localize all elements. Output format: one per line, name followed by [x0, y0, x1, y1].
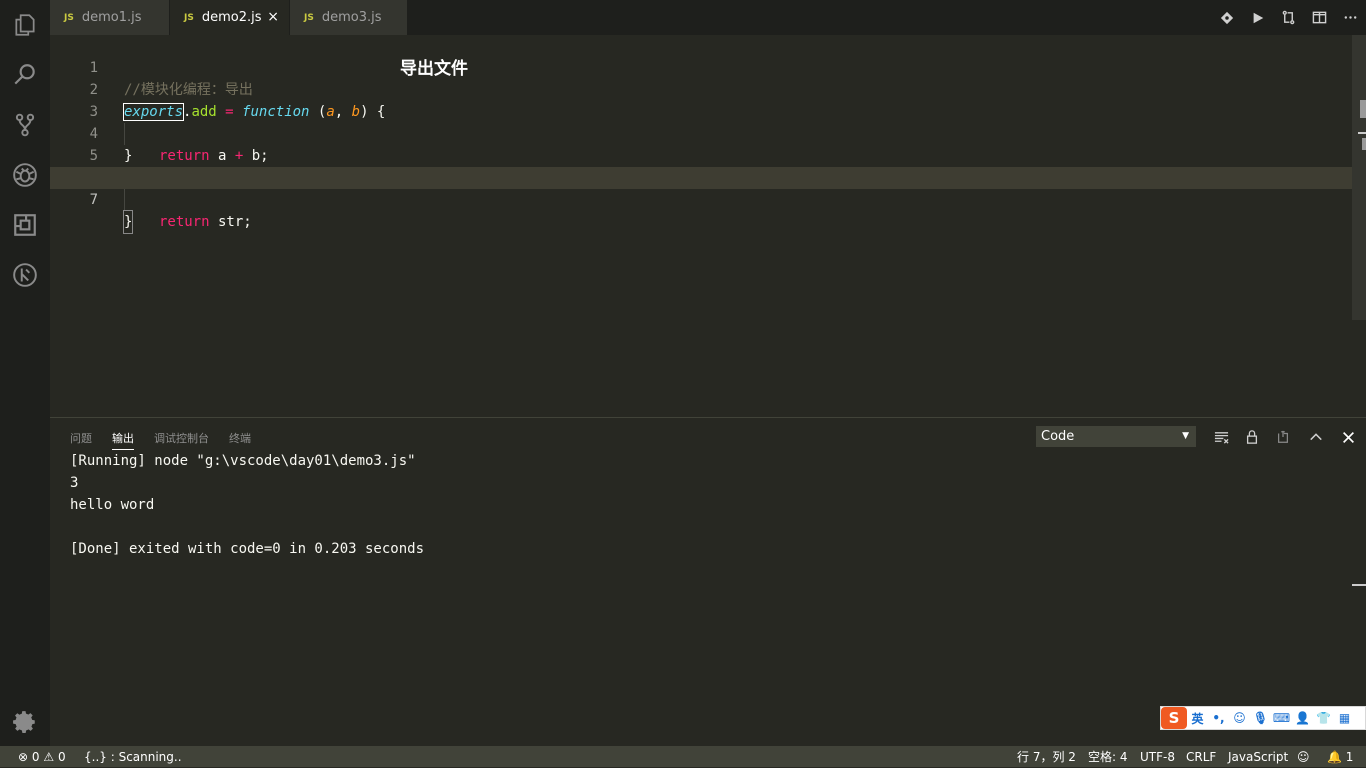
- js-file-icon: JS: [304, 12, 314, 23]
- js-file-icon: JS: [184, 12, 194, 23]
- tab-debug-console[interactable]: 调试控制台: [154, 430, 209, 446]
- split-editor-icon[interactable]: [1304, 0, 1335, 35]
- output-line: 3: [70, 475, 79, 491]
- more-actions-icon[interactable]: [1335, 0, 1366, 35]
- user-icon[interactable]: 👤: [1292, 711, 1313, 725]
- microphone-icon[interactable]: 🎙: [1250, 711, 1271, 725]
- search-icon[interactable]: [0, 55, 50, 95]
- output-line: [Done] exited with code=0 in 0.203 secon…: [70, 541, 425, 557]
- keyboard-icon[interactable]: ⌨: [1271, 711, 1292, 725]
- debug-icon[interactable]: [0, 155, 50, 195]
- error-count: 0: [31, 750, 40, 764]
- encoding[interactable]: UTF-8: [1140, 746, 1175, 767]
- explorer-icon[interactable]: [0, 5, 50, 45]
- run-icon[interactable]: [1242, 0, 1273, 35]
- source-control-icon[interactable]: [0, 105, 50, 145]
- ime-toolbar: S 英 •, ☺ 🎙 ⌨ 👤 👕 ▦: [1160, 706, 1366, 730]
- warning-count: 0: [57, 750, 66, 764]
- line-number: 7: [89, 192, 98, 208]
- tab-bar: JS demo1.js JS demo2.js × JS demo3.js: [50, 0, 1366, 35]
- cursor-position[interactable]: 行 7，列 2: [1017, 746, 1076, 767]
- output-channel-select[interactable]: Code ▼: [1036, 426, 1196, 447]
- annotation-label: 导出文件: [400, 59, 468, 79]
- code-line[interactable]: 4 }: [50, 101, 1352, 164]
- warning-icon: ⚠: [43, 750, 55, 764]
- indentation[interactable]: 空格: 4: [1088, 746, 1128, 767]
- bell-icon: 🔔: [1327, 750, 1342, 764]
- ime-punctuation[interactable]: •,: [1208, 711, 1229, 725]
- ime-mode[interactable]: 英: [1187, 710, 1208, 727]
- editor-scrollbar[interactable]: [1352, 35, 1366, 320]
- code-line[interactable]: 3 return a + b;: [50, 79, 1352, 164]
- notifications[interactable]: 🔔 1: [1327, 746, 1353, 767]
- open-log-icon[interactable]: [1273, 427, 1293, 447]
- open-changes-icon[interactable]: [1211, 0, 1242, 35]
- output-panel: 问题 输出 调试控制台 终端 Code ▼ [Running] node "g:…: [50, 417, 1366, 747]
- close-panel-icon[interactable]: [1338, 427, 1358, 447]
- tab-label: demo3.js: [321, 10, 382, 25]
- chevron-up-icon[interactable]: [1306, 427, 1326, 447]
- emoji-icon[interactable]: ☺: [1229, 711, 1250, 725]
- tab-demo3[interactable]: JS demo3.js: [290, 0, 408, 35]
- error-icon: ⊗: [18, 750, 29, 764]
- clear-output-icon[interactable]: [1211, 427, 1231, 447]
- remote-icon[interactable]: [0, 255, 50, 295]
- js-file-icon: JS: [64, 12, 74, 23]
- scrollbar-marker: [1358, 132, 1366, 134]
- editor-actions: [1211, 0, 1366, 35]
- line-ending[interactable]: CRLF: [1186, 746, 1216, 767]
- compare-icon[interactable]: [1273, 0, 1304, 35]
- status-bar: ⊗ 0 ⚠ 0 {..} : Scanning.. 行 7，列 2 空格: 4 …: [0, 746, 1366, 767]
- extensions-icon[interactable]: [0, 205, 50, 245]
- sogou-logo[interactable]: S: [1161, 707, 1187, 729]
- language-mode[interactable]: JavaScript: [1228, 746, 1288, 767]
- tab-output[interactable]: 输出: [112, 430, 134, 450]
- chevron-down-icon: ▼: [1182, 431, 1189, 441]
- output-line: [Running] node "g:\vscode\day01\demo3.js…: [70, 453, 416, 469]
- settings-gear-icon[interactable]: [12, 709, 38, 735]
- current-line[interactable]: 7 }: [50, 167, 1352, 234]
- problems-status[interactable]: ⊗ 0 ⚠ 0: [18, 746, 66, 767]
- scrollbar-thumb[interactable]: [1360, 100, 1366, 118]
- code-line[interactable]: 2 exports.add = function (a, b) {: [50, 57, 1352, 121]
- skin-icon[interactable]: 👕: [1313, 711, 1334, 725]
- activity-bar: [0, 0, 50, 746]
- scrollbar-marker: [1362, 138, 1366, 150]
- notification-count: 1: [1345, 750, 1354, 764]
- tab-demo1[interactable]: JS demo1.js: [50, 0, 170, 35]
- tab-demo2[interactable]: JS demo2.js ×: [170, 0, 290, 35]
- tab-label: demo1.js: [81, 10, 142, 25]
- output-line: hello word: [70, 497, 155, 513]
- code-editor[interactable]: 1 //模块化编程：导出 2 exports.add = function (a…: [50, 35, 1366, 417]
- output-channel-value: Code: [1041, 429, 1075, 444]
- code-line[interactable]: 6 return str;: [50, 145, 1352, 230]
- toolbox-icon[interactable]: ▦: [1334, 711, 1355, 725]
- tab-terminal[interactable]: 终端: [229, 430, 251, 446]
- indent-guide: [124, 189, 125, 211]
- code-line[interactable]: 1 //模块化编程：导出: [50, 35, 1352, 98]
- panel-scrollbar[interactable]: [1352, 584, 1366, 586]
- lock-icon[interactable]: [1242, 427, 1262, 447]
- tab-label: demo2.js: [201, 10, 262, 25]
- scanning-status[interactable]: {..} : Scanning..: [84, 746, 182, 767]
- close-icon[interactable]: ×: [267, 9, 279, 25]
- feedback-smiley-icon[interactable]: ☺: [1297, 746, 1310, 767]
- tab-problems[interactable]: 问题: [70, 430, 92, 446]
- code-line[interactable]: 5 exports.words=function(str) {: [50, 123, 1352, 186]
